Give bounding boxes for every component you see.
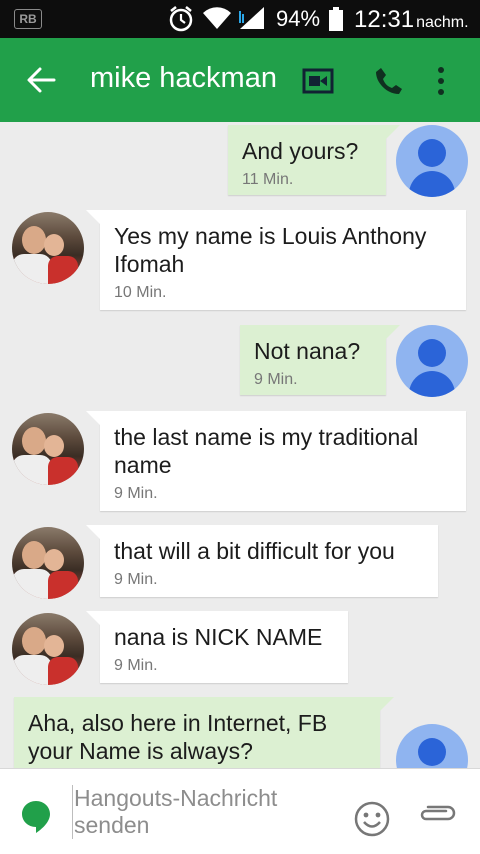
message-composer: Hangouts-Nachricht senden <box>0 768 480 854</box>
message-time: 9 Min. <box>114 571 158 588</box>
own-avatar <box>396 724 468 768</box>
message-text: Yes my name is Louis Anthony Ifomah <box>114 223 427 277</box>
message-time: 9 Min. <box>254 371 298 388</box>
incoming-bubble[interactable]: Yes my name is Louis Anthony Ifomah 10 M… <box>86 210 466 310</box>
message-text: Aha, also here in Internet, FB your Name… <box>28 710 328 764</box>
clock-suffix: nachm. <box>416 14 469 31</box>
clock-time: 12:31 <box>354 6 415 33</box>
alarm-icon <box>168 5 194 38</box>
message-time: 9 Min. <box>114 657 158 674</box>
video-call-icon[interactable] <box>302 68 334 99</box>
message-time: 9 Min. <box>114 485 158 502</box>
attach-icon[interactable] <box>418 801 458 828</box>
message-text: the last name is my traditional name <box>114 424 419 478</box>
contact-avatar[interactable] <box>12 413 84 485</box>
outgoing-bubble[interactable]: Aha, also here in Internet, FB your Name… <box>14 697 394 768</box>
incoming-bubble[interactable]: the last name is my traditional name 9 M… <box>86 411 466 511</box>
message-text: Not nana? <box>254 338 361 364</box>
message-text: nana is NICK NAME <box>114 624 323 650</box>
message-input[interactable]: Hangouts-Nachricht senden <box>72 785 336 839</box>
status-bar: RB 94% 12:31 nachm. <box>0 0 480 38</box>
contact-avatar[interactable] <box>12 527 84 599</box>
message-time: 10 Min. <box>114 284 167 301</box>
battery-level: 94% <box>276 6 321 31</box>
message-text: And yours? <box>242 138 359 164</box>
app-bar: mike hackman <box>0 38 480 122</box>
outgoing-bubble[interactable]: Not nana? 9 Min. <box>240 325 400 395</box>
signal-icon <box>238 5 266 36</box>
phone-icon[interactable] <box>374 66 404 101</box>
back-arrow-icon[interactable] <box>26 66 56 94</box>
contact-name[interactable]: mike hackman <box>90 62 277 95</box>
conversation[interactable]: And yours? 11 Min. Yes my name is Louis … <box>0 122 480 768</box>
own-avatar <box>396 125 468 197</box>
incoming-bubble[interactable]: that will a bit difficult for you 9 Min. <box>86 525 438 597</box>
own-avatar <box>396 325 468 397</box>
contact-avatar[interactable] <box>12 212 84 284</box>
clock: 12:31 nachm. <box>354 6 469 34</box>
wifi-icon <box>202 5 232 36</box>
more-vertical-icon[interactable] <box>436 66 446 101</box>
emoji-icon[interactable] <box>354 801 390 842</box>
message-time: 11 Min. <box>242 171 294 188</box>
contact-avatar[interactable] <box>12 613 84 685</box>
message-text: that will a bit difficult for you <box>114 538 395 564</box>
incoming-bubble[interactable]: nana is NICK NAME 9 Min. <box>86 611 348 683</box>
battery-icon <box>328 7 344 36</box>
hangouts-icon[interactable] <box>20 799 52 840</box>
outgoing-bubble[interactable]: And yours? 11 Min. <box>228 125 400 195</box>
carrier-badge: RB <box>14 9 42 29</box>
